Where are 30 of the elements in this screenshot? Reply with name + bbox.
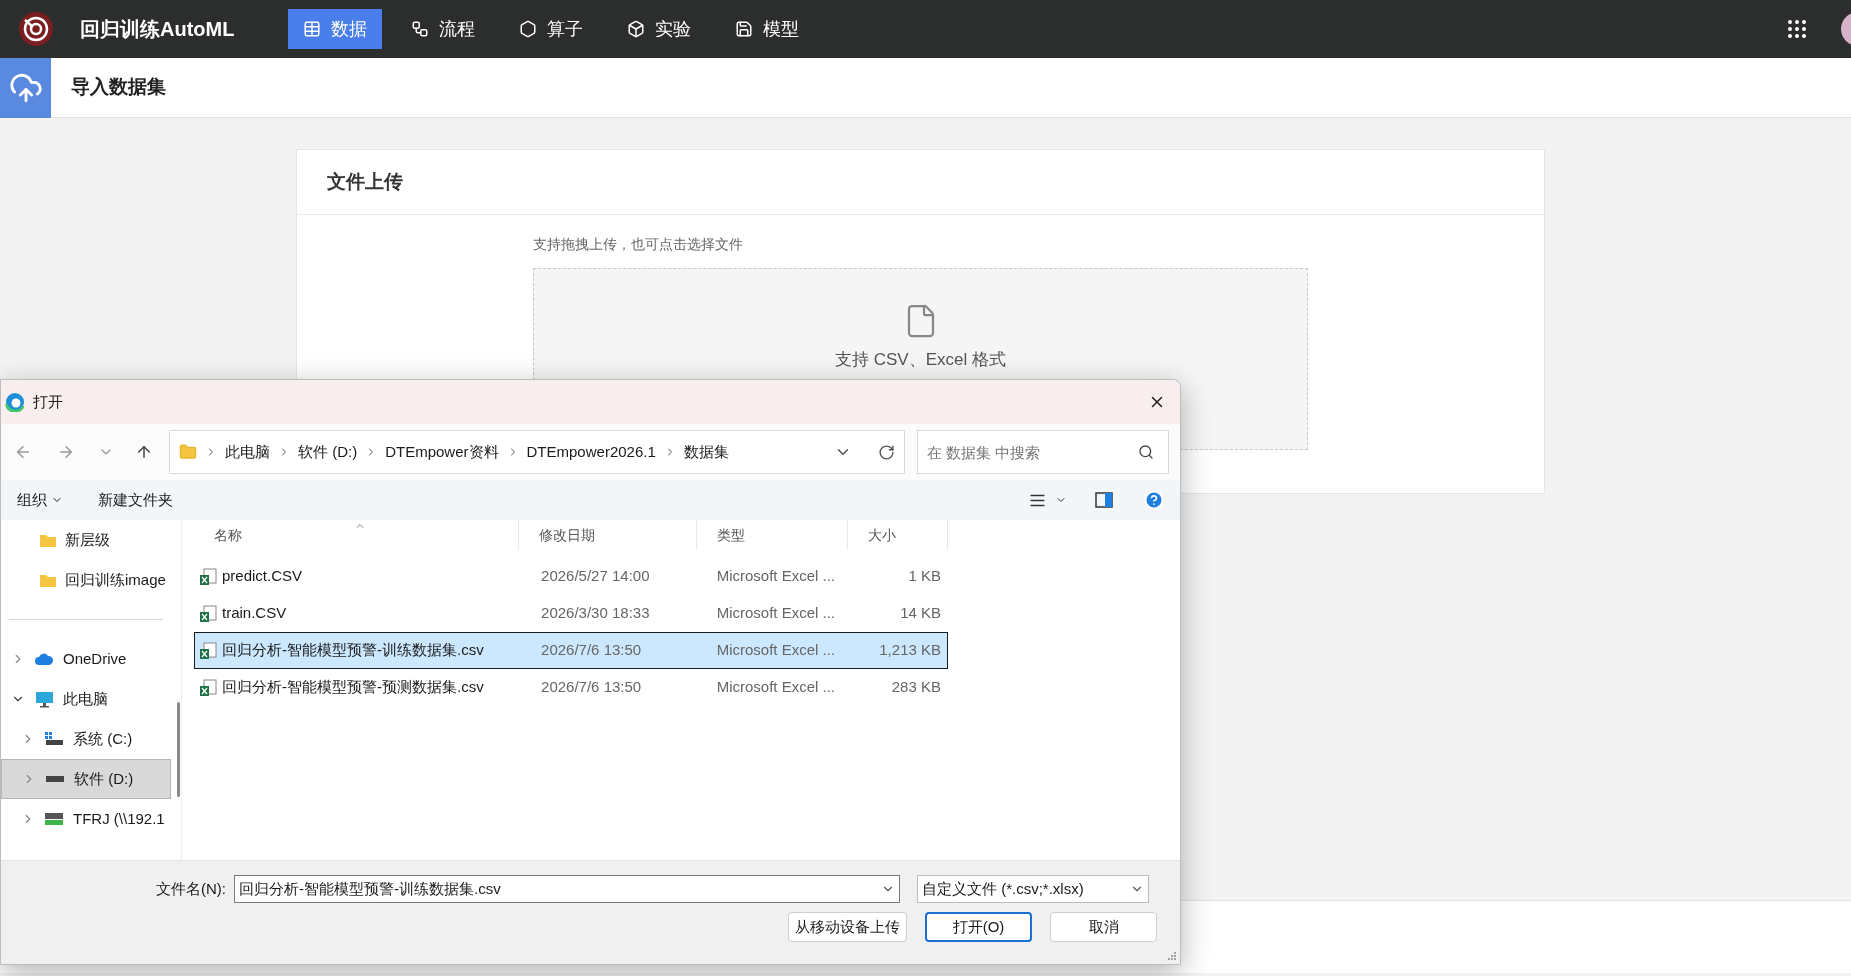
dialog-title: 打开 bbox=[33, 391, 63, 412]
file-size: 1,213 KB bbox=[878, 640, 942, 661]
nav-pane-label: 此电脑 bbox=[63, 688, 108, 709]
file-name: 回归分析-智能模型预警-训练数据集.csv bbox=[222, 640, 484, 661]
page-title: 导入数据集 bbox=[71, 75, 166, 100]
file-type: Microsoft Excel ... bbox=[715, 640, 836, 661]
modified-date: 2026/7/6 13:50 bbox=[540, 677, 643, 698]
file-size: 14 KB bbox=[899, 603, 942, 624]
file-type: Microsoft Excel ... bbox=[715, 566, 836, 587]
file-type: Microsoft Excel ... bbox=[715, 603, 836, 624]
file-size: 283 KB bbox=[890, 677, 942, 698]
file-size: 1 KB bbox=[907, 566, 942, 587]
nav-pane-label: 系统 (C:) bbox=[73, 728, 133, 749]
file-name: predict.CSV bbox=[222, 566, 303, 587]
file-name: 回归分析-智能模型预警-预测数据集.csv bbox=[222, 677, 484, 698]
app-title: 回归训练AutoML bbox=[80, 17, 235, 42]
nav-pane-label: TFRJ (\\192.1 bbox=[73, 808, 165, 829]
file-name: train.CSV bbox=[222, 603, 287, 624]
modified-date: 2026/7/6 13:50 bbox=[540, 640, 643, 661]
file-type: Microsoft Excel ... bbox=[715, 677, 836, 698]
nav-pane-label: 回归训练image bbox=[65, 569, 166, 590]
dropzone-text: 支持 CSV、Excel 格式 bbox=[835, 349, 1006, 371]
nav-pane-label: 新层级 bbox=[65, 529, 110, 550]
nav-pane-label: OneDrive bbox=[63, 648, 127, 669]
card-title: 文件上传 bbox=[327, 169, 403, 194]
filename-label: 文件名(N): bbox=[155, 878, 227, 899]
upload-hint: 支持拖拽上传，也可点击选择文件 bbox=[533, 236, 743, 252]
modified-date: 2026/5/27 14:00 bbox=[540, 566, 651, 587]
modified-date: 2026/3/30 18:33 bbox=[540, 603, 651, 624]
nav-pane-label: 软件 (D:) bbox=[74, 768, 134, 789]
